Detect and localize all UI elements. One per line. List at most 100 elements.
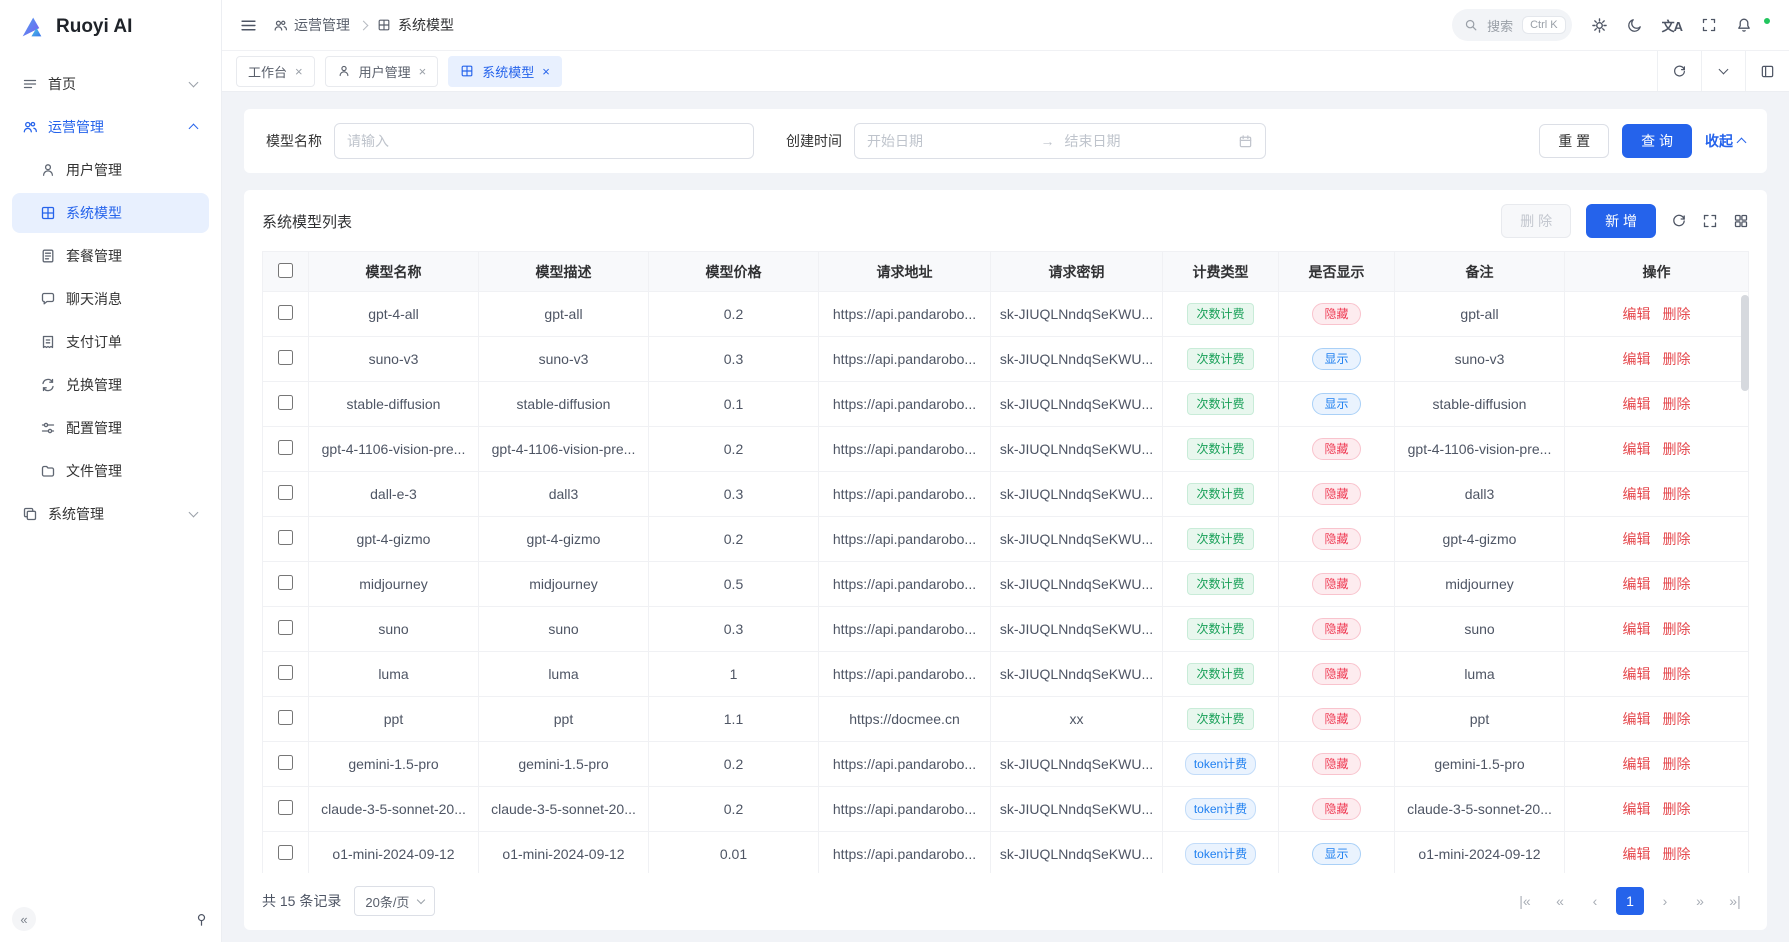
pin-icon[interactable] bbox=[194, 912, 209, 927]
fullscreen-icon[interactable] bbox=[1701, 17, 1717, 33]
tab-user-management[interactable]: 用户管理 × bbox=[325, 56, 439, 87]
edit-link[interactable]: 编辑 bbox=[1623, 711, 1651, 727]
sidebar-item-payment-orders[interactable]: 支付订单 bbox=[12, 322, 209, 362]
edit-link[interactable]: 编辑 bbox=[1623, 621, 1651, 637]
delete-link[interactable]: 删除 bbox=[1663, 666, 1691, 682]
delete-link[interactable]: 删除 bbox=[1663, 576, 1691, 592]
delete-link[interactable]: 删除 bbox=[1663, 441, 1691, 457]
app-logo[interactable]: Ruoyi AI bbox=[0, 0, 221, 54]
reset-button[interactable]: 重 置 bbox=[1539, 124, 1609, 158]
page-size-select[interactable]: 20条/页 bbox=[354, 886, 435, 916]
start-date-input[interactable] bbox=[867, 133, 1031, 149]
delete-link[interactable]: 删除 bbox=[1663, 756, 1691, 772]
query-button[interactable]: 查 询 bbox=[1622, 124, 1692, 158]
edit-link[interactable]: 编辑 bbox=[1623, 576, 1651, 592]
sliders-icon bbox=[40, 420, 56, 436]
delete-link[interactable]: 删除 bbox=[1663, 846, 1691, 862]
delete-link[interactable]: 删除 bbox=[1663, 531, 1691, 547]
sidebar-collapse-button[interactable]: « bbox=[12, 907, 36, 931]
edit-link[interactable]: 编辑 bbox=[1623, 306, 1651, 322]
row-checkbox[interactable] bbox=[278, 485, 293, 500]
first-page-icon[interactable]: |« bbox=[1511, 887, 1539, 915]
next-page-icon[interactable]: › bbox=[1651, 887, 1679, 915]
row-checkbox[interactable] bbox=[278, 395, 293, 410]
row-checkbox[interactable] bbox=[278, 620, 293, 635]
edit-link[interactable]: 编辑 bbox=[1623, 486, 1651, 502]
refresh-tab-icon[interactable] bbox=[1657, 51, 1701, 91]
collapse-filter-link[interactable]: 收起 bbox=[1705, 131, 1745, 151]
delete-link[interactable]: 删除 bbox=[1663, 306, 1691, 322]
row-checkbox[interactable] bbox=[278, 530, 293, 545]
row-checkbox[interactable] bbox=[278, 800, 293, 815]
table-fullscreen-icon[interactable] bbox=[1702, 213, 1718, 229]
edit-link[interactable]: 编辑 bbox=[1623, 351, 1651, 367]
edit-link[interactable]: 编辑 bbox=[1623, 666, 1651, 682]
row-checkbox[interactable] bbox=[278, 440, 293, 455]
dark-mode-moon-icon[interactable] bbox=[1627, 17, 1643, 33]
sidebar-item-operations[interactable]: 运营管理 bbox=[12, 107, 209, 147]
delete-link[interactable]: 删除 bbox=[1663, 351, 1691, 367]
chevron-down-icon[interactable] bbox=[1701, 51, 1745, 91]
sidebar-item-chat-messages[interactable]: 聊天消息 bbox=[12, 279, 209, 319]
row-checkbox[interactable] bbox=[278, 755, 293, 770]
batch-delete-button[interactable]: 删 除 bbox=[1501, 204, 1571, 238]
delete-link[interactable]: 删除 bbox=[1663, 396, 1691, 412]
row-actions-cell: 编辑删除 bbox=[1565, 562, 1749, 607]
edit-link[interactable]: 编辑 bbox=[1623, 756, 1651, 772]
tab-workbench[interactable]: 工作台 × bbox=[236, 56, 315, 87]
sidebar-item-user-management[interactable]: 用户管理 bbox=[12, 150, 209, 190]
row-checkbox[interactable] bbox=[278, 710, 293, 725]
row-checkbox[interactable] bbox=[278, 665, 293, 680]
close-icon[interactable]: × bbox=[295, 65, 303, 78]
close-icon[interactable]: × bbox=[542, 65, 550, 78]
sidebar-item-system-management[interactable]: 系统管理 bbox=[12, 494, 209, 534]
layout-toggle-icon[interactable] bbox=[1745, 51, 1789, 91]
sidebar-item-exchange-management[interactable]: 兑换管理 bbox=[12, 365, 209, 405]
translate-icon[interactable]: 文A bbox=[1662, 16, 1682, 35]
bell-icon[interactable] bbox=[1736, 17, 1752, 33]
end-date-input[interactable] bbox=[1065, 133, 1229, 149]
sidebar-item-package-management[interactable]: 套餐管理 bbox=[12, 236, 209, 276]
prev-group-icon[interactable]: « bbox=[1546, 887, 1574, 915]
model-name-input[interactable] bbox=[334, 123, 754, 159]
delete-link[interactable]: 删除 bbox=[1663, 801, 1691, 817]
next-group-icon[interactable]: » bbox=[1686, 887, 1714, 915]
hamburger-menu-icon[interactable] bbox=[240, 17, 257, 34]
delete-link[interactable]: 删除 bbox=[1663, 486, 1691, 502]
sidebar-item-config-management[interactable]: 配置管理 bbox=[12, 408, 209, 448]
close-icon[interactable]: × bbox=[419, 65, 427, 78]
last-page-icon[interactable]: »| bbox=[1721, 887, 1749, 915]
breadcrumb-item-system-model[interactable]: 系统模型 bbox=[377, 15, 454, 35]
prev-page-icon[interactable]: ‹ bbox=[1581, 887, 1609, 915]
row-checkbox[interactable] bbox=[278, 845, 293, 860]
breadcrumb-item-operations[interactable]: 运营管理 bbox=[273, 15, 350, 35]
date-range-picker[interactable]: → bbox=[854, 123, 1266, 159]
sidebar-item-home[interactable]: 首页 bbox=[12, 64, 209, 104]
sidebar-item-system-model[interactable]: 系统模型 bbox=[12, 193, 209, 233]
gear-icon[interactable] bbox=[1591, 17, 1608, 34]
add-button[interactable]: 新 增 bbox=[1586, 204, 1656, 238]
sidebar-item-file-management[interactable]: 文件管理 bbox=[12, 451, 209, 491]
row-checkbox[interactable] bbox=[278, 305, 293, 320]
edit-link[interactable]: 编辑 bbox=[1623, 801, 1651, 817]
column-settings-grid-icon[interactable] bbox=[1733, 213, 1749, 229]
global-search[interactable]: 搜索 Ctrl K bbox=[1452, 9, 1572, 41]
select-all-checkbox[interactable] bbox=[278, 263, 293, 278]
column-header: 模型描述 bbox=[479, 252, 649, 292]
vertical-scrollbar-thumb[interactable] bbox=[1741, 295, 1749, 391]
table-row: gpt-4-allgpt-all0.2https://api.pandarobo… bbox=[263, 292, 1749, 337]
row-actions-cell: 编辑删除 bbox=[1565, 337, 1749, 382]
delete-link[interactable]: 删除 bbox=[1663, 711, 1691, 727]
pagination-bar: 共 15 条记录 20条/页 |« « ‹ 1 › » »| bbox=[262, 886, 1749, 916]
edit-link[interactable]: 编辑 bbox=[1623, 846, 1651, 862]
refresh-icon[interactable] bbox=[1671, 213, 1687, 229]
row-checkbox[interactable] bbox=[278, 350, 293, 365]
page-number-button[interactable]: 1 bbox=[1616, 887, 1644, 915]
edit-link[interactable]: 编辑 bbox=[1623, 396, 1651, 412]
row-checkbox[interactable] bbox=[278, 575, 293, 590]
edit-link[interactable]: 编辑 bbox=[1623, 531, 1651, 547]
delete-link[interactable]: 删除 bbox=[1663, 621, 1691, 637]
edit-link[interactable]: 编辑 bbox=[1623, 441, 1651, 457]
tab-system-model[interactable]: 系统模型 × bbox=[448, 56, 562, 87]
billing-type-tag: token计费 bbox=[1185, 843, 1256, 865]
